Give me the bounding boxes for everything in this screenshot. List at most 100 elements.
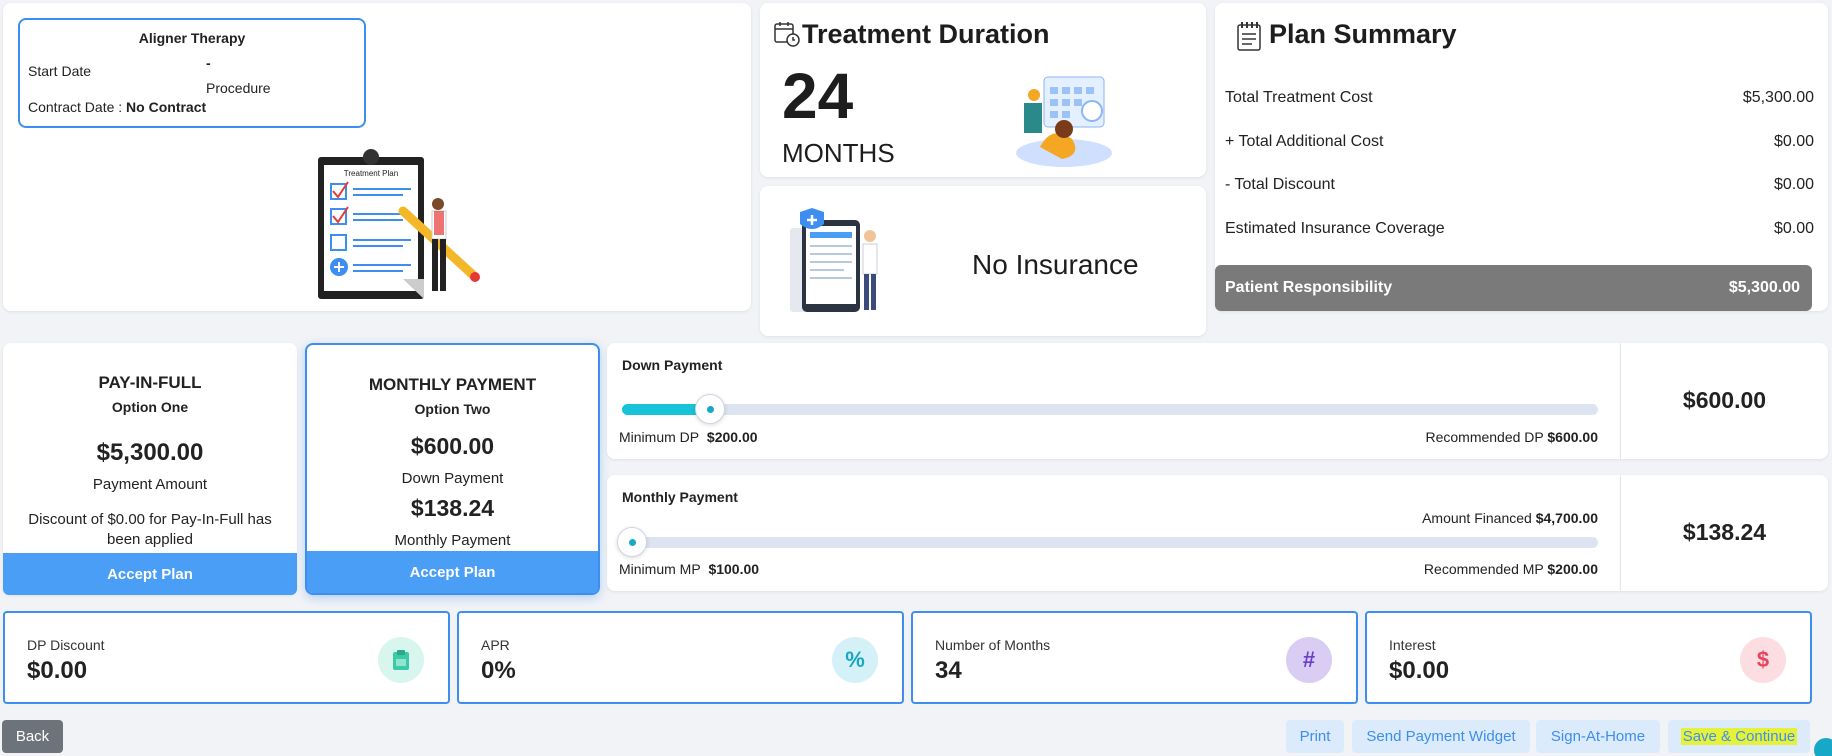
monthly-payment-value-card: $138.24 [1621,475,1828,591]
recommended-dp-value: $600.00 [1547,429,1598,445]
option-two-subtitle: Option Two [414,401,491,417]
down-payment-value-card: $600.00 [1621,343,1828,459]
start-date-value: - [206,55,211,71]
down-payment-current: $600.00 [1682,387,1767,413]
option-one-amount-label: Payment Amount [92,476,208,493]
sign-at-home-button[interactable]: Sign-At-Home [1536,720,1660,753]
percent-icon: % [832,637,878,683]
option-one-amount: $5,300.00 [96,439,204,466]
summary-row-additional-cost: + Total Additional Cost $0.00 [1225,133,1814,151]
summary-row-label: Total Treatment Cost [1225,89,1373,106]
contract-date: Contract Date : No Contract [28,99,206,115]
summary-row-insurance: Estimated Insurance Coverage $0.00 [1225,220,1814,238]
min-mp-value: $100.00 [708,561,760,577]
summary-row-label: - Total Discount [1225,176,1335,193]
send-payment-widget-button[interactable]: Send Payment Widget [1352,720,1530,753]
monthly-payment-slider-card: Monthly Payment Amount Financed $4,700.0… [607,475,1620,591]
plan-summary-card: Plan Summary Total Treatment Cost $5,300… [1215,3,1828,311]
treatment-name: Aligner Therapy [138,30,246,46]
accept-monthly-button[interactable]: Accept Plan [307,551,598,593]
min-mp-label: Minimum MP [619,561,701,577]
duration-unit: MONTHS [782,138,895,168]
hash-icon: # [1286,637,1332,683]
aligner-info-box: Aligner Therapy Start Date - Procedure C… [18,18,366,128]
contract-date-value: No Contract [126,99,207,115]
contract-date-label: Contract Date : [28,99,123,115]
recommended-dp-label: Recommended DP [1425,429,1544,445]
summary-title: Plan Summary [1269,19,1457,49]
save-continue-label: Save & Continue [1680,728,1798,745]
option-one-discount-note: Discount of $0.00 for Pay-In-Full has be… [28,511,272,548]
down-payment-slider-card: Down Payment Minimum DP $200.00 Recommen… [607,343,1620,459]
clipboard-icon [378,637,424,683]
summary-row-treatment-cost: Total Treatment Cost $5,300.00 [1225,89,1814,107]
summary-row-value: $5,300.00 [1742,89,1814,106]
monthly-payment-option: MONTHLY PAYMENT Option Two $600.00 Down … [305,343,600,595]
insurance-card: No Insurance [760,186,1206,336]
stat-label: APR [481,637,510,653]
down-payment-slider[interactable] [622,394,1598,424]
duration-value: 24 [782,60,854,132]
monthly-payment-current: $138.24 [1682,519,1767,545]
amount-financed-label: Amount Financed [1422,510,1532,526]
notepad-icon [1237,22,1261,51]
treatment-card: Aligner Therapy Start Date - Procedure C… [3,3,751,311]
stat-value: 0% [481,657,516,684]
duration-card: Treatment Duration 24 MONTHS [760,3,1206,177]
stat-value: 34 [935,657,962,684]
patient-responsibility-label: Patient Responsibility [1225,279,1393,296]
option-one-subtitle: Option One [111,399,189,415]
print-button[interactable]: Print [1286,720,1344,753]
stat-number-of-months: Number of Months 34 # [911,611,1358,704]
option-two-monthly-label: Monthly Payment [394,532,511,549]
procedure-label: Procedure [206,80,271,96]
scheduling-illustration [1016,76,1112,167]
recommended-mp: Recommended MP $200.00 [1424,561,1598,577]
amount-financed: Amount Financed $4,700.00 [1422,510,1598,526]
summary-row-value: $0.00 [1773,220,1814,237]
monthly-payment-slider-handle[interactable] [617,527,647,557]
recommended-mp-label: Recommended MP [1423,561,1544,577]
stat-interest: Interest $0.00 $ [1365,611,1812,704]
help-widget-icon[interactable] [1814,738,1832,756]
insurance-status: No Insurance [972,249,1139,280]
option-two-monthly-amount: $138.24 [410,495,495,521]
down-payment-title: Down Payment [622,357,723,373]
stat-value: $0.00 [1389,657,1450,684]
start-date-label: Start Date [28,63,92,79]
save-continue-button[interactable]: Save & Continue [1668,720,1810,753]
back-button[interactable]: Back [2,720,63,753]
stat-label: DP Discount [27,637,105,653]
calendar-clock-icon [774,22,800,47]
stat-label: Interest [1389,637,1436,653]
min-dp-value: $200.00 [706,429,758,445]
min-dp: Minimum DP $200.00 [619,429,758,445]
option-two-down-label: Down Payment [401,470,504,487]
summary-row-label: + Total Additional Cost [1225,133,1384,150]
stat-label: Number of Months [935,637,1051,653]
summary-row-label: Estimated Insurance Coverage [1225,220,1445,237]
option-two-title: MONTHLY PAYMENT [368,375,537,394]
option-one-title: PAY-IN-FULL [98,373,202,392]
min-dp-label: Minimum DP [619,429,700,445]
insurance-illustration [790,208,878,312]
treatment-plan-illustration: Treatment Plan [318,149,480,299]
dollar-icon: $ [1740,637,1786,683]
monthly-payment-slider[interactable] [617,527,1598,557]
stat-dp-discount: DP Discount $0.00 [3,611,450,704]
summary-row-value: $0.00 [1773,133,1814,150]
amount-financed-value: $4,700.00 [1535,510,1598,526]
min-mp: Minimum MP $100.00 [619,561,759,577]
recommended-mp-value: $200.00 [1547,561,1598,577]
option-two-down-amount: $600.00 [410,433,495,459]
recommended-dp: Recommended DP $600.00 [1425,429,1598,445]
stat-value: $0.00 [27,657,88,684]
down-payment-slider-handle[interactable] [695,394,725,424]
patient-responsibility-value: $5,300.00 [1728,279,1800,296]
accept-pay-in-full-button[interactable]: Accept Plan [3,553,297,595]
duration-title: Treatment Duration [802,19,1050,49]
stat-apr: APR 0% % [457,611,904,704]
illustration-title: Treatment Plan [344,169,398,178]
pay-in-full-option: PAY-IN-FULL Option One $5,300.00 Payment… [3,343,297,595]
monthly-payment-title: Monthly Payment [622,489,738,505]
